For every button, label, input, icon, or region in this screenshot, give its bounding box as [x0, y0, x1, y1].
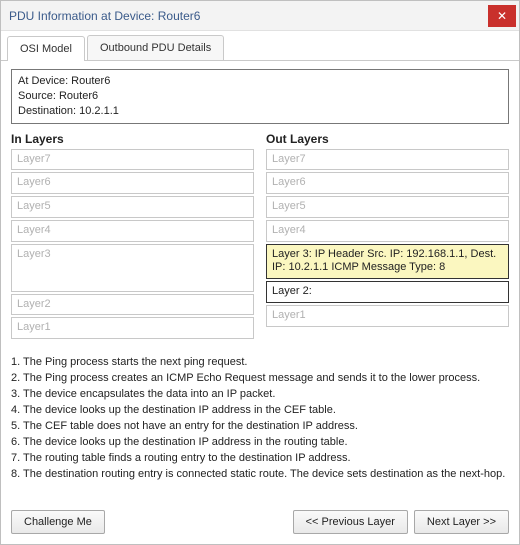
window-title: PDU Information at Device: Router6 — [9, 9, 200, 23]
desc-line: 6. The device looks up the destination I… — [11, 435, 509, 451]
device-info-box: At Device: Router6 Source: Router6 Desti… — [11, 69, 509, 124]
tabbar: OSI Model Outbound PDU Details — [1, 31, 519, 61]
previous-layer-button[interactable]: << Previous Layer — [293, 510, 408, 534]
out-layer-3[interactable]: Layer 3: IP Header Src. IP: 192.168.1.1,… — [266, 244, 509, 280]
in-layer-4[interactable]: Layer4 — [11, 220, 254, 242]
out-layer-6[interactable]: Layer6 — [266, 172, 509, 194]
info-at-device: At Device: Router6 — [18, 74, 502, 89]
out-layers-heading: Out Layers — [266, 132, 509, 146]
next-layer-button[interactable]: Next Layer >> — [414, 510, 509, 534]
in-layer-3[interactable]: Layer3 — [11, 244, 254, 292]
out-layer-2[interactable]: Layer 2: — [266, 281, 509, 303]
info-destination: Destination: 10.2.1.1 — [18, 104, 502, 119]
desc-line: 3. The device encapsulates the data into… — [11, 387, 509, 403]
tab-outbound-pdu-details[interactable]: Outbound PDU Details — [87, 35, 224, 60]
in-layer-7[interactable]: Layer7 — [11, 149, 254, 171]
desc-line: 2. The Ping process creates an ICMP Echo… — [11, 371, 509, 387]
close-icon: ✕ — [497, 9, 507, 23]
desc-line: 8. The destination routing entry is conn… — [11, 467, 509, 483]
out-layer-7[interactable]: Layer7 — [266, 149, 509, 171]
description-text: 1. The Ping process starts the next ping… — [11, 355, 509, 494]
close-button[interactable]: ✕ — [488, 5, 516, 27]
out-layer-4[interactable]: Layer4 — [266, 220, 509, 242]
out-layer-5[interactable]: Layer5 — [266, 196, 509, 218]
bottom-bar: Challenge Me << Previous Layer Next Laye… — [1, 502, 519, 544]
out-layer-1[interactable]: Layer1 — [266, 305, 509, 327]
in-layers-heading: In Layers — [11, 132, 254, 146]
layers-row: In Layers Layer7 Layer6 Layer5 Layer4 La… — [11, 130, 509, 342]
in-layer-1[interactable]: Layer1 — [11, 317, 254, 339]
tab-osi-model[interactable]: OSI Model — [7, 36, 85, 61]
pdu-window: PDU Information at Device: Router6 ✕ OSI… — [0, 0, 520, 545]
info-source: Source: Router6 — [18, 89, 502, 104]
tab-label: Outbound PDU Details — [100, 42, 211, 54]
desc-line: 7. The routing table finds a routing ent… — [11, 451, 509, 467]
challenge-me-button[interactable]: Challenge Me — [11, 510, 105, 534]
layer-nav-buttons: << Previous Layer Next Layer >> — [293, 510, 509, 534]
out-layers-column: Out Layers Layer7 Layer6 Layer5 Layer4 L… — [266, 130, 509, 342]
in-layers-column: In Layers Layer7 Layer6 Layer5 Layer4 La… — [11, 130, 254, 342]
desc-line: 5. The CEF table does not have an entry … — [11, 419, 509, 435]
desc-line: 1. The Ping process starts the next ping… — [11, 355, 509, 371]
titlebar: PDU Information at Device: Router6 ✕ — [1, 1, 519, 31]
in-layer-2[interactable]: Layer2 — [11, 294, 254, 316]
in-layer-5[interactable]: Layer5 — [11, 196, 254, 218]
desc-line: 4. The device looks up the destination I… — [11, 403, 509, 419]
content-area: At Device: Router6 Source: Router6 Desti… — [1, 61, 519, 502]
in-layer-6[interactable]: Layer6 — [11, 172, 254, 194]
tab-label: OSI Model — [20, 43, 72, 55]
